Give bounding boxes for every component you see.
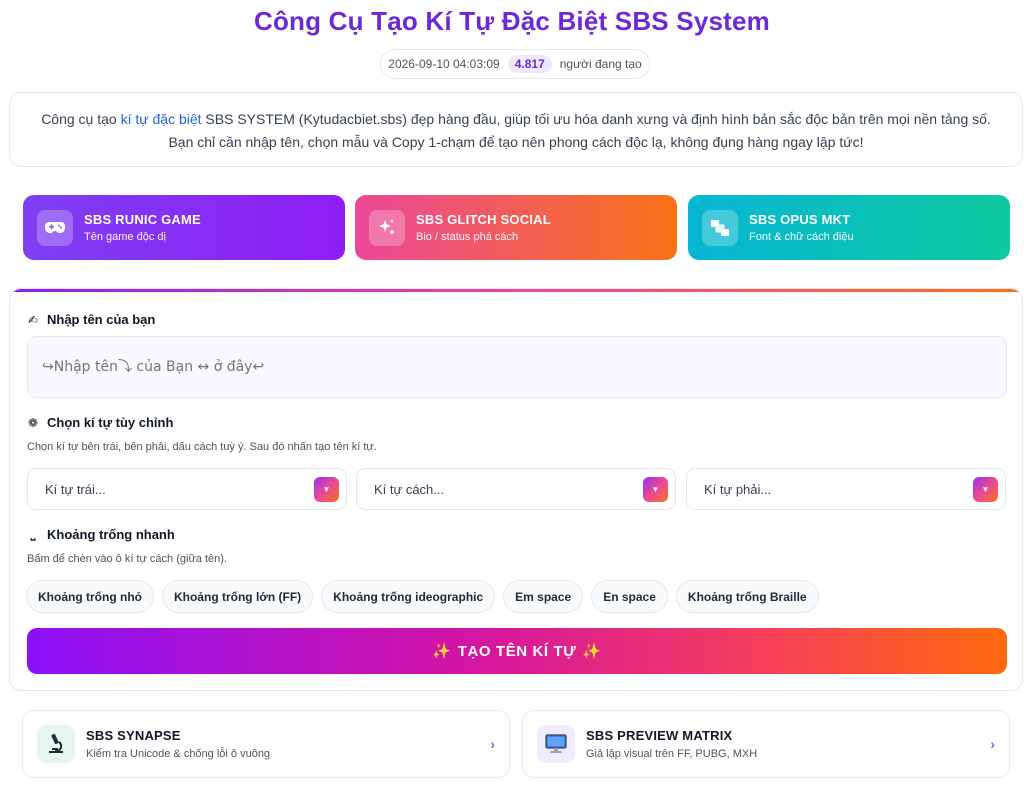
mode-subtitle: Tên game độc dị: [84, 231, 166, 243]
sparkles-icon: ✨: [582, 643, 602, 660]
chevron-right-icon: ›: [490, 736, 495, 752]
font-blocks-icon: [702, 209, 738, 246]
space-icon: ⎵: [30, 527, 36, 541]
name-input[interactable]: [27, 336, 1007, 398]
generator-panel: ✍ Nhập tên của bạn ❁ Chọn kí tự tùy chỉn…: [9, 288, 1023, 691]
intro-text-start: Công cụ tạo: [41, 111, 121, 127]
chevron-down-icon: ▼: [973, 477, 998, 502]
user-count-badge: 4.817: [507, 55, 552, 73]
separator-char-select[interactable]: Kí tự cách... ▼: [356, 468, 676, 510]
space-section-label: ⎵ Khoảng trống nhanh: [27, 527, 175, 542]
writing-hand-icon: ✍: [27, 312, 39, 327]
chip-en-space[interactable]: En space: [591, 580, 668, 613]
palette-icon: ❁: [27, 415, 39, 430]
chip-ideographic-space[interactable]: Khoảng trống ideographic: [321, 580, 496, 613]
mode-card-runic-game[interactable]: SBS RUNIC GAME Tên game độc dị: [23, 195, 345, 260]
tool-card-preview-matrix[interactable]: SBS PREVIEW MATRIX Giả lập visual trên F…: [522, 710, 1010, 778]
space-chip-row: Khoảng trống nhỏ Khoảng trống lớn (FF) K…: [26, 580, 819, 613]
chip-em-space[interactable]: Em space: [503, 580, 584, 613]
panel-accent-bar: [10, 289, 1022, 292]
live-status: 2026-09-10 04:03:09 4.817 người đang tạo: [380, 49, 650, 79]
chevron-down-icon: ▼: [314, 477, 339, 502]
tool-title: SBS SYNAPSE: [86, 728, 181, 743]
custom-hint: Chọn kí tự bên trái, bên phải, dấu cách …: [27, 441, 377, 453]
chevron-down-icon: ▼: [643, 477, 668, 502]
gamepad-icon: [37, 209, 73, 246]
sparkles-icon: [369, 209, 405, 246]
timestamp: 2026-09-10 04:03:09: [388, 57, 500, 71]
custom-section-label: ❁ Chọn kí tự tùy chỉnh: [27, 415, 174, 430]
chip-large-space[interactable]: Khoảng trống lớn (FF): [161, 580, 314, 613]
mode-card-opus-mkt[interactable]: SBS OPUS MKT Font & chữ cách điệu: [688, 195, 1010, 260]
intro-link[interactable]: kí tự đặc biệt: [121, 111, 202, 127]
mode-card-glitch-social[interactable]: SBS GLITCH SOCIAL Bio / status phá cách: [355, 195, 677, 260]
intro-text-end: SBS SYSTEM (Kytudacbiet.sbs) đẹp hàng đầ…: [168, 111, 991, 150]
tool-card-synapse[interactable]: SBS SYNAPSE Kiểm tra Unicode & chống lỗi…: [22, 710, 510, 778]
page-title: Công Cụ Tạo Kí Tự Đặc Biệt SBS System: [254, 6, 770, 36]
mode-subtitle: Bio / status phá cách: [416, 231, 519, 243]
chip-braille-space[interactable]: Khoảng trống Braille: [675, 580, 819, 613]
intro-description: Công cụ tạo kí tự đặc biệt SBS SYSTEM (K…: [9, 92, 1023, 167]
left-char-select[interactable]: Kí tự trái... ▼: [27, 468, 347, 510]
name-section-label: ✍ Nhập tên của bạn: [27, 312, 156, 327]
monitor-icon: [537, 725, 575, 763]
chevron-right-icon: ›: [990, 736, 995, 752]
tool-subtitle: Kiểm tra Unicode & chống lỗi ô vuông: [86, 748, 271, 760]
chip-small-space[interactable]: Khoảng trống nhỏ: [26, 580, 154, 613]
tool-title: SBS PREVIEW MATRIX: [586, 728, 733, 743]
user-count-label: người đang tạo: [559, 57, 642, 71]
mode-title: SBS RUNIC GAME: [84, 212, 201, 227]
mode-subtitle: Font & chữ cách điệu: [749, 231, 854, 243]
mode-title: SBS GLITCH SOCIAL: [416, 212, 551, 227]
mode-title: SBS OPUS MKT: [749, 212, 851, 227]
tool-subtitle: Giả lập visual trên FF, PUBG, MXH: [586, 748, 758, 760]
space-hint: Bấm để chèn vào ô kí tự cách (giữa tên).: [27, 553, 227, 565]
sparkles-icon: ✨: [432, 643, 452, 660]
generate-button[interactable]: ✨ TẠO TÊN KÍ TỰ ✨: [27, 628, 1007, 674]
right-char-select[interactable]: Kí tự phải... ▼: [686, 468, 1006, 510]
microscope-icon: [37, 725, 75, 763]
